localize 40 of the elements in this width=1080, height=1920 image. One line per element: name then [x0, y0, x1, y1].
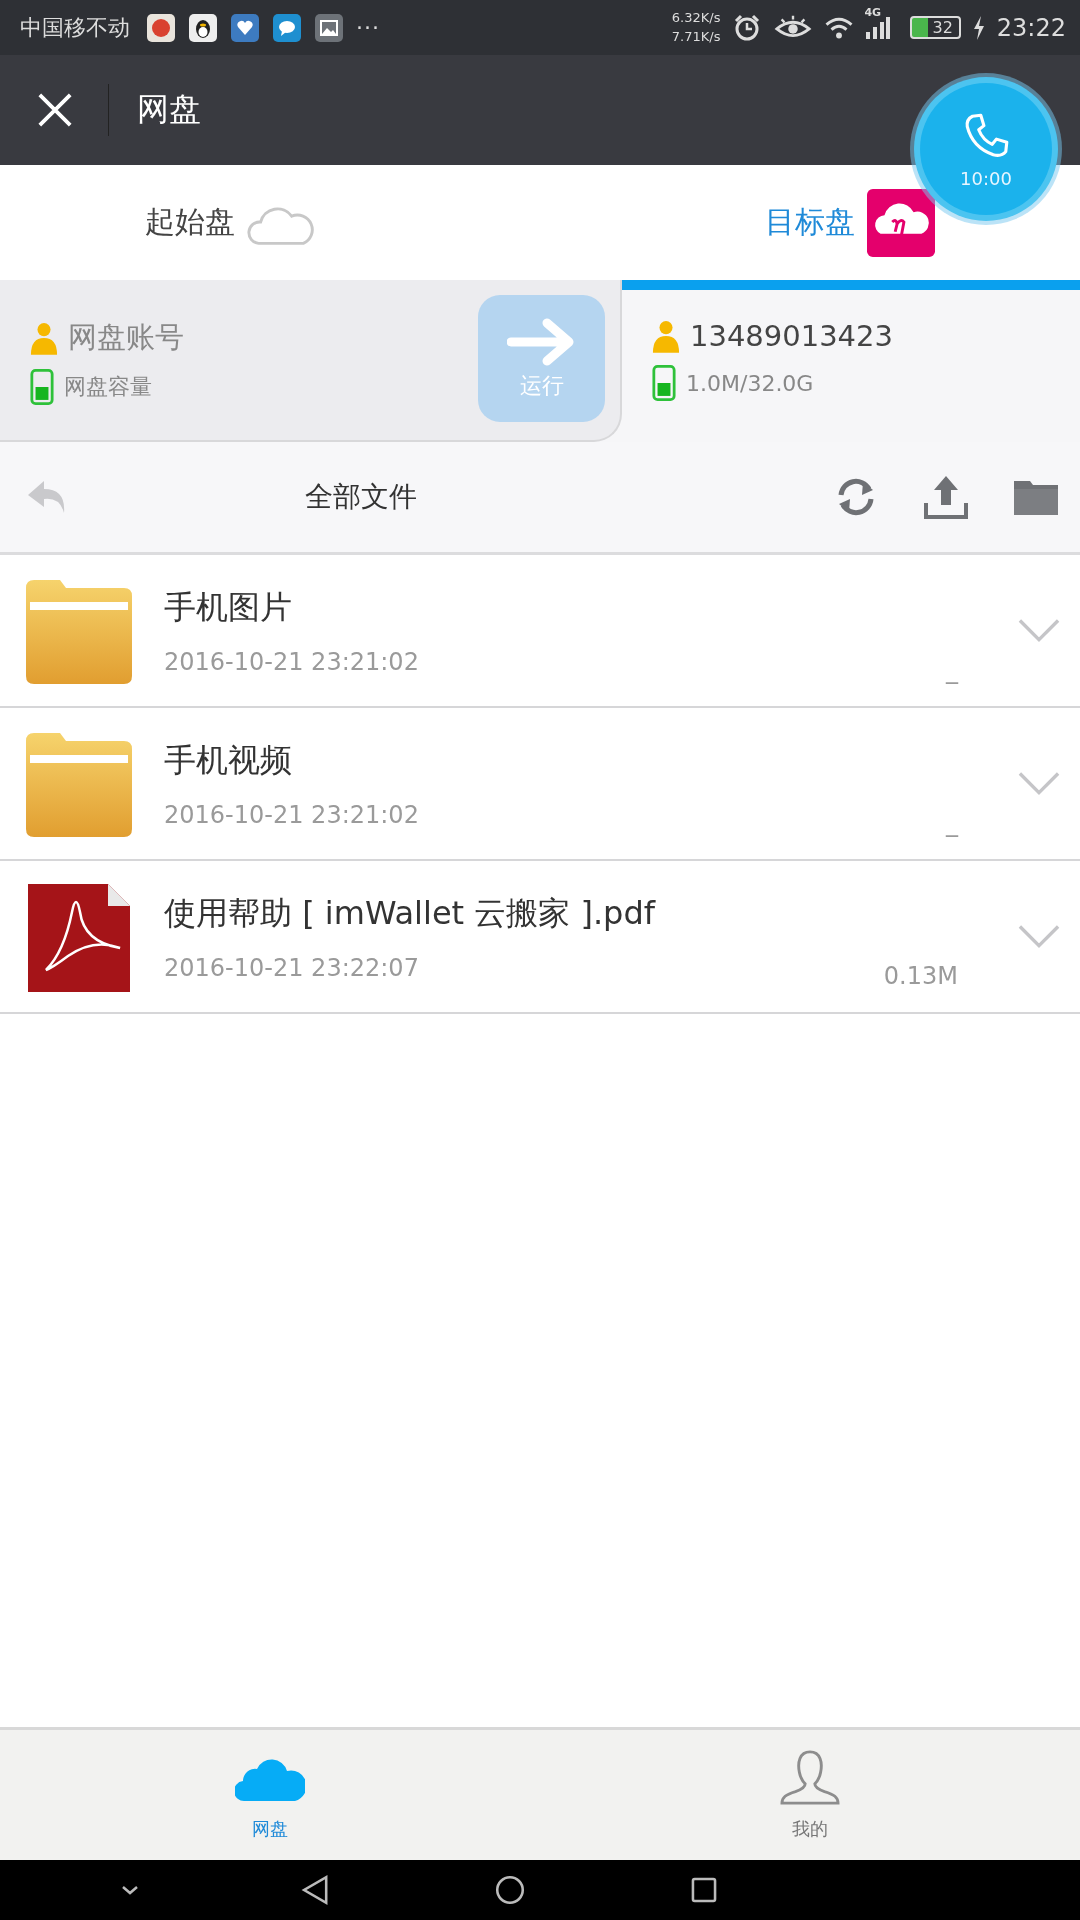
chat-bubble-icon: [272, 12, 302, 43]
person-icon: [30, 320, 58, 356]
file-date: 2016-10-21 23:22:07: [164, 953, 420, 982]
file-name: 使用帮助 [ imWallet 云搬家 ].pdf: [164, 892, 657, 934]
close-icon[interactable]: [36, 91, 74, 129]
file-row[interactable]: 使用帮助 [ imWallet 云搬家 ].pdf 2016-10-21 23:22:07 0.13M: [0, 861, 1080, 1014]
folder-title: 全部文件: [304, 479, 418, 515]
carrier-name: 中国移不动: [20, 13, 130, 42]
person-icon: [652, 318, 680, 354]
bottom-tab[interactable]: 网盘: [0, 1730, 540, 1860]
bottom-tab[interactable]: 我的: [540, 1730, 1080, 1860]
clock-time: 23:22: [996, 13, 1066, 42]
file-row[interactable]: 手机视频 2016-10-21 23:21:02 _: [0, 708, 1080, 861]
cloud-app-icon: [867, 188, 935, 257]
charging-icon: [972, 15, 985, 40]
file-size: _: [946, 656, 958, 684]
network-speed: 6.32K/s: [671, 9, 721, 28]
network-type: 4G: [864, 5, 882, 19]
image-icon: [314, 12, 344, 43]
battery-level: 32: [910, 16, 961, 39]
more-notifications: ···: [356, 15, 380, 40]
storage-icon: [652, 364, 676, 402]
account-capacity: 1.0M/32.0G: [686, 370, 814, 396]
file-size: 0.13M: [883, 962, 958, 990]
file-date: 2016-10-21 23:21:02: [164, 800, 420, 829]
header-title: 网盘: [137, 89, 201, 130]
file-date: 2016-10-21 23:21:02: [164, 647, 420, 676]
account-capacity: 网盘容量: [64, 373, 152, 401]
network-speed: 7.71K/s: [671, 27, 721, 46]
file-name: 手机视频: [164, 739, 293, 781]
penguin-icon: [188, 12, 218, 43]
account-name: 13489013423: [690, 319, 893, 353]
file-row[interactable]: 手机图片 2016-10-21 23:21:02 _: [0, 555, 1080, 708]
disk-tab[interactable]: 起始盘: [145, 192, 315, 253]
account-name: 网盘账号: [68, 319, 184, 356]
home-icon[interactable]: [493, 1873, 527, 1907]
file-name: 手机图片: [164, 586, 293, 628]
storage-icon: [30, 368, 54, 406]
signal-icon: [866, 15, 891, 40]
file-size: _: [946, 809, 958, 837]
